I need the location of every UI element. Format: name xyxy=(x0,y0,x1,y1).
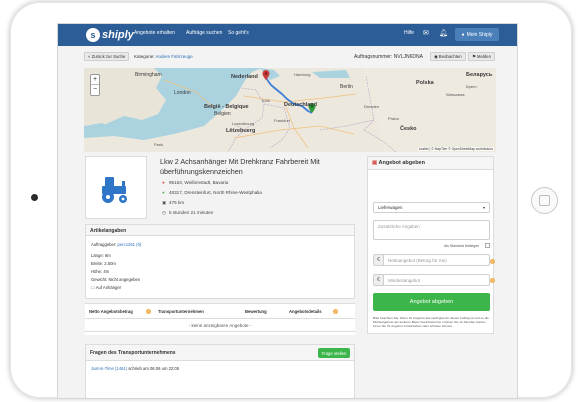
delivery-location: ● 48317, Drensteinfurt, North Rhine-Westp… xyxy=(162,190,262,195)
map-label: Hamburg xyxy=(294,72,311,77)
set-default-label: Als Standard festlegen xyxy=(444,244,480,248)
bid-note: Bitte beachten Sie: Wenn Ihr Angebot das… xyxy=(373,316,489,328)
help-icon[interactable]: ? xyxy=(490,278,495,283)
offers-empty-text: - keine anzeigbaren Angebote - xyxy=(188,323,252,328)
offers-empty-row: - keine anzeigbaren Angebote - xyxy=(85,318,355,332)
map-label: Paris xyxy=(154,142,164,147)
map-label: Luxembourg xyxy=(232,121,255,126)
map-background xyxy=(84,68,496,152)
nav-link-find-jobs[interactable]: Aufträge suchen xyxy=(186,30,222,36)
offers-header-details: Angebotsdetails xyxy=(289,309,322,314)
map-label: Беларусь xyxy=(466,72,493,78)
offers-header-amount[interactable]: Netto Angebotsbetrag xyxy=(89,309,133,314)
client-link[interactable]: perc1261 (0) xyxy=(118,242,142,247)
map-label: Česko xyxy=(400,126,417,132)
offers-header-carrier: Transportunternehmen xyxy=(158,309,204,314)
weight-value: Gewicht: Nicht angegeben xyxy=(91,277,141,282)
nav-link-help[interactable]: Hilfe xyxy=(404,30,414,36)
map-label: Praha xyxy=(388,116,399,121)
map-label: Nederland xyxy=(231,74,258,80)
listing-image[interactable] xyxy=(85,156,147,219)
article-panel: Artikelangaben Auftraggeber: perc1261 (0… xyxy=(85,224,355,299)
chevron-down-icon: ▾ xyxy=(482,205,485,210)
nav-link-get-quotes[interactable]: Angebote erhalten xyxy=(134,30,175,36)
map-label: Polska xyxy=(416,80,434,86)
my-shiply-button[interactable]: ● Mein Shiply xyxy=(455,28,499,41)
map-label: België - Belgique xyxy=(204,104,249,110)
length-value: Länge: 8m xyxy=(91,253,111,258)
screen: s shiply Angebote erhalten Aufträge suche… xyxy=(57,23,518,399)
trailer-row: ☐ Auf Anhänger xyxy=(91,285,122,290)
map-label: Lëtzebuerg xyxy=(226,128,256,134)
nav-link-how-it-works[interactable]: So geht's xyxy=(228,30,249,36)
mail-icon[interactable]: ✉ xyxy=(423,29,429,37)
min-offer-input[interactable]: € Mindestangebot xyxy=(373,274,490,286)
zoom-out-button[interactable]: − xyxy=(91,85,99,95)
net-offer-input[interactable]: € Nettoangebot (Betrag für Sie) xyxy=(373,254,490,266)
map-zoom-control: + − xyxy=(90,74,100,96)
help-icon[interactable]: ? xyxy=(490,259,495,264)
client-row: Auftraggeber: perc1261 (0) xyxy=(91,242,142,247)
eye-icon: ◉ xyxy=(434,53,438,59)
map-label: Köln xyxy=(262,98,271,103)
submit-offer-button[interactable]: Angebot abgeben xyxy=(373,293,490,311)
offers-header-rating: Bewertung xyxy=(245,309,267,314)
tablet-camera xyxy=(31,194,38,201)
euro-icon: € xyxy=(374,275,384,285)
order-number: Auftragsnummer: NVLJN6DNA xyxy=(354,54,423,60)
home-square-icon xyxy=(539,195,550,206)
map-attribution[interactable]: Leaflet | © MapTiler © OpenStreetMap con… xyxy=(417,147,494,151)
extra-info-textarea[interactable]: Zusätzliche Angaben xyxy=(373,220,490,240)
map-pin-icon: ● xyxy=(162,190,165,195)
map-label: London xyxy=(174,90,191,96)
map-label: Frankfurt xyxy=(274,118,291,123)
clock-icon: ◷ xyxy=(162,210,167,215)
category-link[interactable]: Andere Fahrzeuge xyxy=(156,54,193,59)
vehicle-select[interactable]: Lieferwagen ▾ xyxy=(373,202,490,213)
article-panel-heading: Artikelangaben xyxy=(86,225,354,236)
road-icon: ▣ xyxy=(162,200,167,205)
bid-panel-heading: ▣ Angebot abgeben xyxy=(368,157,493,170)
map-label: Berlin xyxy=(340,84,353,90)
gavel-icon: ▣ xyxy=(372,160,378,166)
set-default-checkbox[interactable] xyxy=(485,243,490,248)
report-button[interactable]: ⚑ Melden xyxy=(468,52,495,61)
questions-panel: Fragen des Transportunternehmens Frage s… xyxy=(85,344,355,398)
map-label: Deutschland xyxy=(284,102,318,108)
tractor-icon xyxy=(102,177,127,203)
flag-icon: ⚑ xyxy=(472,53,476,59)
listing-title: Lkw 2 Achsanhänger Mit Drehkranz Fahrber… xyxy=(160,157,320,176)
height-value: Höhe: 4m xyxy=(91,269,110,274)
questions-heading: Fragen des Transportunternehmens xyxy=(86,345,354,361)
map-pin-icon: ● xyxy=(162,180,165,185)
euro-icon: € xyxy=(374,255,384,265)
map-label: Belgien xyxy=(214,111,231,117)
checkbox-icon: ☐ xyxy=(91,285,95,290)
map-label: Warszawa xyxy=(446,92,465,97)
question-entry: Just-in-Time (1461) schrieb am 06.06 um … xyxy=(91,366,180,371)
distance: ▣ 475 km xyxy=(162,200,185,205)
duration: ◷ 5 stunden 21 minuten xyxy=(162,210,214,215)
bid-panel: ▣ Angebot abgeben Lieferwagen ▾ Zusätzlic… xyxy=(367,156,494,334)
bell-icon[interactable]: 🔔︎ xyxy=(439,29,448,37)
route-map[interactable]: Birmingham London Nederland Berlin Polsk… xyxy=(84,68,496,152)
logo-mark-icon: s xyxy=(86,28,100,42)
category-label: Kategorie: Andere Fahrzeuge xyxy=(134,54,193,59)
question-user-link[interactable]: Just-in-Time (1461) xyxy=(91,366,127,371)
watch-button[interactable]: ◉ Beobachten xyxy=(430,52,466,61)
map-label: Birmingham xyxy=(135,72,162,78)
shiply-logo[interactable]: s shiply xyxy=(86,27,134,43)
navbar: s shiply Angebote erhalten Aufträge suche… xyxy=(58,24,517,46)
pickup-location: ● 95163, Weißenstadt, Bavaria xyxy=(162,180,229,185)
width-value: Breite: 2.50m xyxy=(91,261,116,266)
map-label: Dresden xyxy=(364,104,380,109)
back-to-search-button[interactable]: « Zurück zur Suche xyxy=(84,52,130,61)
ask-question-button[interactable]: Frage stellen xyxy=(318,348,350,358)
help-icon[interactable]: ? xyxy=(333,309,338,314)
help-icon[interactable]: ? xyxy=(146,309,151,314)
zoom-in-button[interactable]: + xyxy=(91,75,99,85)
user-icon: ● xyxy=(461,31,465,38)
map-label: Брест xyxy=(466,84,477,89)
